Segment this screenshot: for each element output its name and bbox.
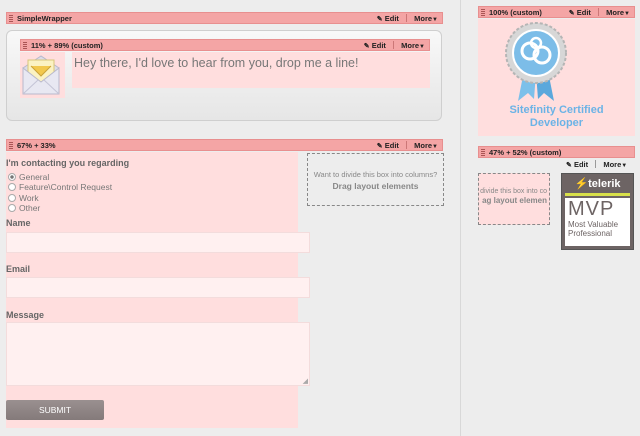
edit-button[interactable]: ✎ Edit [377,141,399,150]
badge-layout-title: 100% (custom) [489,8,542,17]
layout-drop-zone[interactable]: Want to divide this box into columns? Dr… [307,153,444,206]
edit-label: Edit [573,160,589,169]
radio-button[interactable] [8,183,16,191]
radio-label: General [19,172,50,182]
column-divider [460,0,461,436]
drop-zone-hint: divide this box into co [480,188,547,195]
edit-button[interactable]: ✎ Edit [566,160,588,169]
edit-label: Edit [576,8,591,17]
badge-caption-line1: Sitefinity Certified [509,104,604,116]
separator [406,141,408,149]
badge-caption-line2: Developer [529,117,584,129]
drag-handle-icon[interactable] [9,15,13,22]
inner-layout-bar: 11% + 89% (custom) ✎ Edit More▼ [20,39,430,51]
pencil-icon: ✎ [568,10,575,17]
separator [595,160,597,168]
edit-label: Edit [384,14,399,23]
drag-handle-icon[interactable] [23,42,27,49]
edit-label: Edit [371,41,386,50]
separator [598,8,600,16]
greeting-text: Hey there, I'd love to hear from you, dr… [74,56,359,70]
pencil-icon: ✎ [566,162,572,169]
caret-down-icon: ▼ [624,11,630,17]
radio-work[interactable]: Work [8,193,39,203]
more-button[interactable]: More▼ [603,160,627,169]
more-label: More [401,41,420,50]
inner-layout-title: 11% + 89% (custom) [31,41,103,50]
message-textarea[interactable]: ◢ [6,322,310,386]
form-layout-title: 67% + 33% [17,141,56,150]
badge-cell: Sitefinity Certified Developer [478,19,635,136]
mvp-brand-label: telerik [588,178,621,190]
small-layout-drop-zone[interactable]: divide this box into co ag layout elemen [478,173,550,225]
icon-cell [20,52,65,98]
mvp-layout-bar: 47% + 52% (custom) [478,146,635,158]
badge-layout-bar: 100% (custom) ✎ Edit More▼ [478,6,635,18]
submit-button[interactable]: SUBMIT [6,400,104,420]
envelope-icon [22,55,60,95]
email-field[interactable] [6,277,310,298]
edit-button[interactable]: ✎ Edit [377,14,399,23]
email-label: Email [6,264,31,274]
more-label: More [414,141,433,150]
edit-label: Edit [384,141,399,150]
contact-regarding-label: I'm contacting you regarding [6,158,130,168]
mvp-brand: ⚡telerik [562,177,633,190]
radio-feature-request[interactable]: Feature\Control Request [8,182,112,192]
resize-grip-icon[interactable]: ◢ [303,377,308,385]
caret-down-icon: ▼ [621,163,628,169]
mvp-big-text: MVP [568,198,615,220]
certification-badge-icon [505,22,567,101]
mvp-line2: Professional [568,229,613,238]
pencil-icon: ✎ [376,143,383,150]
caret-down-icon: ▼ [432,144,438,150]
drag-handle-icon[interactable] [481,9,485,16]
mvp-panel: MVP Most Valuable Professional [565,198,630,246]
radio-other[interactable]: Other [8,203,40,213]
telerik-logo-icon: ⚡ [574,178,589,190]
more-label: More [603,160,622,169]
mvp-layout-title: 47% + 52% (custom) [489,148,562,157]
edit-button[interactable]: ✎ Edit [364,41,386,50]
simple-wrapper-title: SimpleWrapper [17,14,72,23]
radio-button[interactable] [8,194,16,202]
radio-button[interactable] [8,204,16,212]
more-label: More [414,14,433,23]
edit-button[interactable]: ✎ Edit [569,8,591,17]
more-label: More [606,8,625,17]
radio-label: Feature\Control Request [19,182,113,192]
radio-label: Other [19,203,41,213]
caret-down-icon: ▼ [432,17,438,23]
mvp-toolbar: ✎ Edit More▼ [566,160,627,169]
badge-caption: Sitefinity Certified Developer [478,104,635,130]
drag-handle-icon[interactable] [481,149,485,156]
caret-down-icon: ▼ [419,44,425,50]
radio-general[interactable]: General [8,172,49,182]
pencil-icon: ✎ [376,16,383,23]
more-button[interactable]: More▼ [606,8,630,17]
greeting-cell: Hey there, I'd love to hear from you, dr… [72,52,430,88]
separator [406,14,408,22]
name-label: Name [6,218,31,228]
more-button[interactable]: More▼ [401,41,425,50]
simple-wrapper-bar: SimpleWrapper ✎ Edit More▼ [6,12,443,24]
form-layout-bar: 67% + 33% ✎ Edit More▼ [6,139,443,151]
mvp-badge: ⚡telerik MVP Most Valuable Professional [561,173,634,250]
radio-label: Work [19,193,39,203]
more-button[interactable]: More▼ [414,141,438,150]
drag-handle-icon[interactable] [9,142,13,149]
mvp-line1: Most Valuable [568,220,619,229]
pencil-icon: ✎ [363,43,370,50]
drop-zone-hint: Want to divide this box into columns? [313,170,438,179]
radio-button[interactable] [8,173,16,181]
drop-zone-action: ag layout elemen [482,196,547,205]
mvp-accent-stripe [565,193,630,196]
message-label: Message [6,310,45,320]
name-field[interactable] [6,232,310,253]
drop-zone-action: Drag layout elements [332,181,419,191]
separator [393,41,395,49]
more-button[interactable]: More▼ [414,14,438,23]
